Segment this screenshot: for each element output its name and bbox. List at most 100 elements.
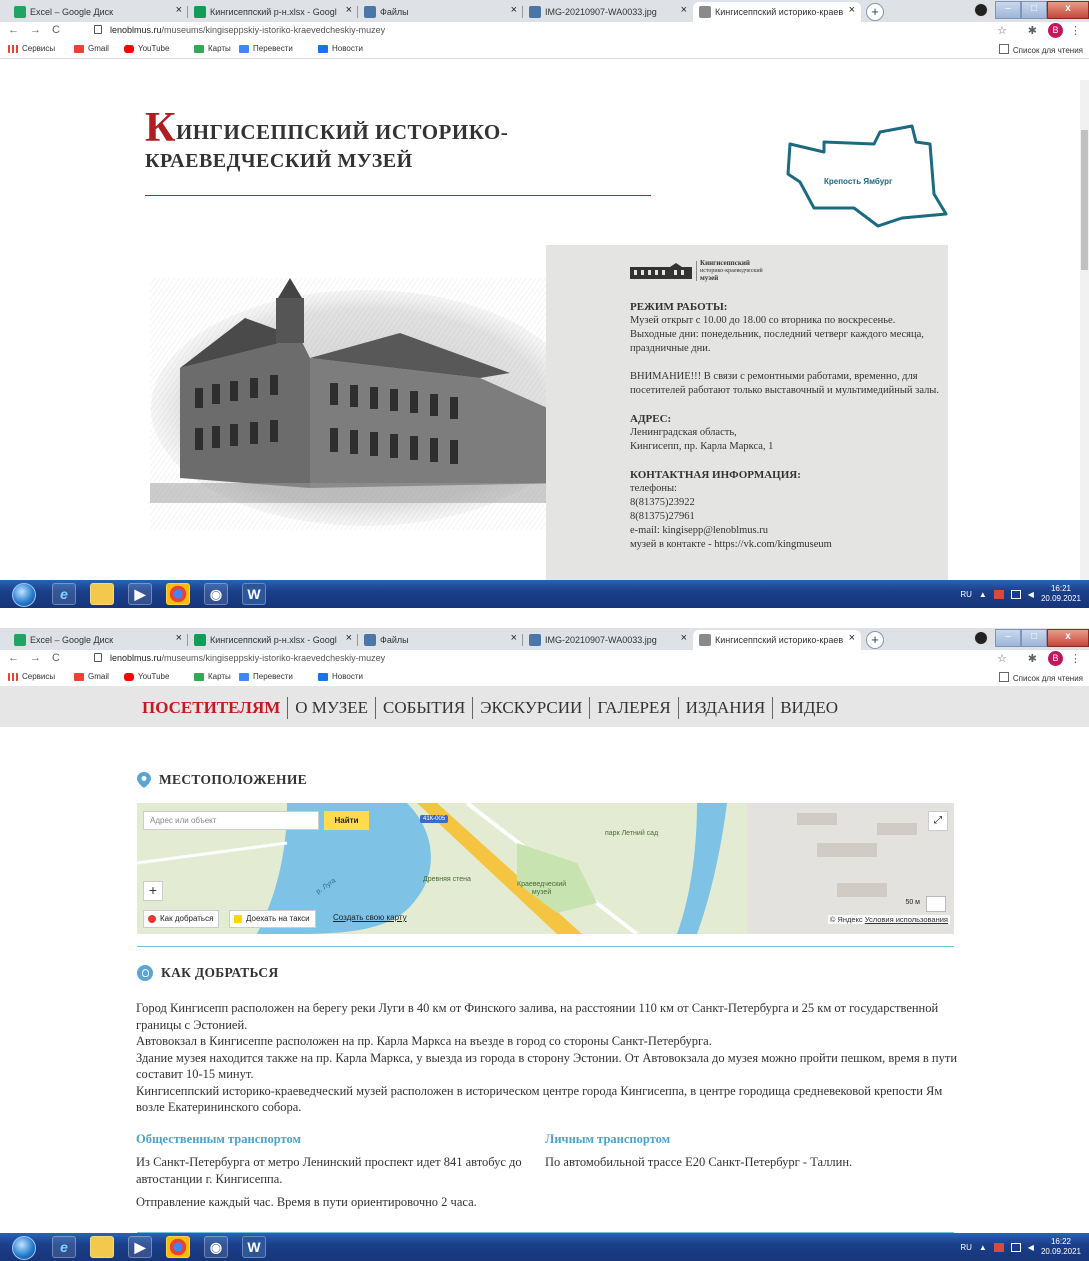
start-button[interactable]	[12, 1236, 36, 1260]
close-icon[interactable]: ×	[849, 4, 855, 16]
map-zoom-in-button[interactable]: +	[143, 881, 163, 901]
nav-events[interactable]: СОБЫТИЯ	[376, 698, 472, 718]
messenger-icon[interactable]: ◉	[204, 1236, 228, 1258]
bookmark-youtube[interactable]: YouTube	[124, 44, 169, 53]
close-icon[interactable]: ×	[346, 632, 352, 644]
messenger-icon[interactable]: ◉	[204, 583, 228, 605]
close-icon[interactable]: ×	[346, 4, 352, 16]
new-tab-button[interactable]: +	[866, 3, 884, 21]
new-tab-button[interactable]: +	[866, 631, 884, 649]
bookmark-translate[interactable]: Перевести	[239, 44, 293, 53]
start-button[interactable]	[12, 583, 36, 607]
map-create-link[interactable]: Создать свою карту	[333, 913, 407, 922]
map-find-button[interactable]: Найти	[324, 811, 369, 830]
map-route-button[interactable]: Как добраться	[143, 910, 220, 928]
nav-visitors[interactable]: ПОСЕТИТЕЛЯМ	[142, 698, 287, 718]
back-icon[interactable]: ←	[8, 24, 19, 36]
tab-sheets[interactable]: Кингисеппский р-н.xlsx - Googl ×	[188, 2, 358, 22]
bookmark-maps[interactable]: Карты	[194, 44, 231, 53]
close-window-button[interactable]: x	[1047, 629, 1089, 647]
network-icon[interactable]	[1010, 589, 1021, 599]
reload-icon[interactable]: C	[52, 652, 60, 664]
tab-excel-drive[interactable]: Excel – Google Диск ×	[8, 2, 188, 22]
close-icon[interactable]: ×	[511, 4, 517, 16]
chrome-icon[interactable]	[166, 1236, 190, 1258]
menu-dots-icon[interactable]: ⋮	[1070, 652, 1081, 665]
record-icon[interactable]	[973, 630, 989, 646]
scrollbar-thumb[interactable]	[1081, 130, 1088, 270]
fortress-label[interactable]: Крепость Ямбург	[824, 177, 892, 186]
reading-list[interactable]: Список для чтения	[998, 44, 1083, 55]
flag-icon[interactable]	[993, 1242, 1004, 1252]
bookmark-services[interactable]: Сервисы	[8, 44, 55, 53]
ie-icon[interactable]: e	[52, 1236, 76, 1258]
ie-icon[interactable]: e	[52, 583, 76, 605]
map-ruler-icon[interactable]	[926, 896, 946, 912]
address-bar[interactable]: lenoblmus.ru/museums/kingiseppskiy-istor…	[110, 653, 385, 663]
star-icon[interactable]: ☆	[997, 652, 1007, 665]
volume-icon[interactable]: ◀	[1028, 590, 1034, 599]
page-scrollbar[interactable]	[1080, 80, 1089, 590]
bookmark-news[interactable]: Новости	[318, 44, 363, 53]
language-indicator[interactable]: RU	[960, 1243, 972, 1252]
media-player-icon[interactable]: ▶	[128, 583, 152, 605]
map-taxi-button[interactable]: Доехать на такси	[229, 910, 316, 928]
close-icon[interactable]: ×	[176, 632, 182, 644]
nav-video[interactable]: ВИДЕО	[773, 698, 845, 718]
tab-museum-active[interactable]: Кингисеппский историко-краев ×	[693, 2, 861, 22]
forward-icon[interactable]: →	[30, 652, 41, 664]
tab-museum-active[interactable]: Кингисеппский историко-краев ×	[693, 630, 861, 650]
star-icon[interactable]: ☆	[997, 24, 1007, 37]
clock[interactable]: 16:22 20.09.2021	[1041, 1237, 1081, 1257]
back-icon[interactable]: ←	[8, 652, 19, 664]
volume-icon[interactable]: ◀	[1028, 1243, 1034, 1252]
bookmark-gmail[interactable]: Gmail	[74, 44, 109, 53]
nav-excursions[interactable]: ЭКСКУРСИИ	[473, 698, 589, 718]
explorer-icon[interactable]	[90, 583, 114, 605]
close-icon[interactable]: ×	[681, 632, 687, 644]
bookmark-services[interactable]: Сервисы	[8, 672, 55, 681]
network-icon[interactable]	[1010, 1242, 1021, 1252]
explorer-icon[interactable]	[90, 1236, 114, 1258]
language-indicator[interactable]: RU	[960, 590, 972, 599]
map-expand-icon[interactable]: ⤢	[928, 811, 948, 831]
menu-dots-icon[interactable]: ⋮	[1070, 24, 1081, 37]
reading-list[interactable]: Список для чтения	[998, 672, 1083, 683]
map-label-wall[interactable]: Древняя стена	[423, 876, 471, 883]
tab-excel-drive[interactable]: Excel – Google Диск ×	[8, 630, 188, 650]
bookmark-maps[interactable]: Карты	[194, 672, 231, 681]
fortress-outline-icon[interactable]	[784, 122, 950, 230]
tray-arrow-icon[interactable]: ▲	[979, 590, 987, 599]
flag-icon[interactable]	[993, 589, 1004, 599]
address-bar[interactable]: lenoblmus.ru/museums/kingiseppskiy-istor…	[110, 25, 385, 35]
close-icon[interactable]: ×	[849, 632, 855, 644]
email-link[interactable]: e-mail: kingisepp@lenoblmus.ru	[630, 524, 942, 538]
map-terms-link[interactable]: Условия использования	[865, 915, 948, 924]
chrome-icon[interactable]	[166, 583, 190, 605]
forward-icon[interactable]: →	[30, 24, 41, 36]
bookmark-youtube[interactable]: YouTube	[124, 672, 169, 681]
tab-vk-files[interactable]: Файлы ×	[358, 2, 523, 22]
minimize-button[interactable]: –	[995, 629, 1021, 647]
nav-gallery[interactable]: ГАЛЕРЕЯ	[590, 698, 677, 718]
word-icon[interactable]: W	[242, 583, 266, 605]
tab-vk-files[interactable]: Файлы ×	[358, 630, 523, 650]
avatar[interactable]: B	[1048, 651, 1063, 666]
tab-vk-image[interactable]: IMG-20210907-WA0033.jpg ×	[523, 630, 693, 650]
record-icon[interactable]	[973, 2, 989, 18]
phone-1[interactable]: 8(81375)23922	[630, 496, 942, 510]
close-icon[interactable]: ×	[176, 4, 182, 16]
bookmark-gmail[interactable]: Gmail	[74, 672, 109, 681]
clock[interactable]: 16:21 20.09.2021	[1041, 584, 1081, 604]
tray-arrow-icon[interactable]: ▲	[979, 1243, 987, 1252]
close-icon[interactable]: ×	[511, 632, 517, 644]
maximize-button[interactable]: □	[1021, 629, 1047, 647]
maximize-button[interactable]: □	[1021, 1, 1047, 19]
map-label-park[interactable]: парк Летний сад	[605, 830, 658, 837]
vk-link[interactable]: музей в контакте - https://vk.com/kingmu…	[630, 538, 942, 552]
reload-icon[interactable]: C	[52, 24, 60, 36]
word-icon[interactable]: W	[242, 1236, 266, 1258]
map-label-museum[interactable]: Краеведческий музей	[517, 881, 566, 897]
map-search-input[interactable]: Адрес или объект	[143, 811, 319, 830]
nav-about[interactable]: О МУЗЕЕ	[288, 698, 375, 718]
